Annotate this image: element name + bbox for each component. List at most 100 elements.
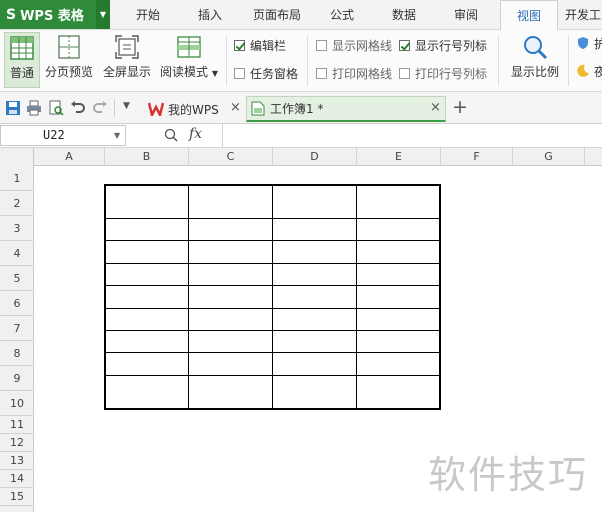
app-menu-button[interactable]: S WPS 表格	[0, 0, 96, 29]
new-tab-icon[interactable]: +	[452, 96, 468, 118]
row-header[interactable]: 8	[0, 341, 34, 366]
shield-icon	[578, 37, 588, 49]
page-break-preview-button[interactable]: 分页预览	[42, 32, 96, 88]
select-all-corner[interactable]	[0, 148, 34, 166]
doc-tab-label: 我的WPS	[168, 102, 219, 117]
column-headers: A B C D E F G	[0, 148, 602, 166]
ribbon-divider	[307, 36, 308, 86]
row-header[interactable]: 6	[0, 291, 34, 316]
ribbon-divider	[498, 36, 499, 86]
fullscreen-icon	[115, 35, 139, 59]
task-pane-checkbox[interactable]: 任务窗格	[234, 65, 298, 81]
bordered-table[interactable]	[104, 184, 441, 410]
wps-w-icon	[148, 102, 164, 116]
app-menu-dropdown-icon[interactable]: ▼	[96, 0, 110, 29]
print-icon[interactable]	[26, 100, 42, 116]
row-header[interactable]: 7	[0, 316, 34, 341]
checkbox-checked-icon	[399, 39, 410, 51]
row-header[interactable]: 2	[0, 191, 34, 216]
row-header[interactable]: 9	[0, 366, 34, 391]
magnifier-icon	[524, 36, 548, 60]
normal-view-label: 普通	[9, 66, 34, 80]
row-header[interactable]: 1	[0, 166, 34, 191]
wps-logo-icon: S	[6, 6, 17, 23]
row-header[interactable]: 14	[0, 470, 34, 488]
formula-input[interactable]	[222, 124, 602, 147]
customize-toolbar-dropdown-icon[interactable]: ▼	[123, 101, 130, 111]
print-headings-checkbox[interactable]: 打印行号列标	[399, 65, 487, 81]
column-header[interactable]: F	[441, 148, 513, 166]
fullscreen-button[interactable]: 全屏显示	[100, 32, 154, 88]
formula-bar-checkbox[interactable]: 编辑栏	[234, 37, 286, 53]
show-gridlines-label: 显示网格线	[332, 38, 393, 53]
doc-tab-workbook1[interactable]: 工作簿1 *	[246, 96, 446, 122]
night-mode-button[interactable]: 夜	[576, 63, 602, 79]
insert-function-button[interactable]: fx	[189, 126, 202, 142]
print-gridlines-checkbox[interactable]: 打印网格线	[316, 65, 392, 81]
show-headings-label: 显示行号列标	[415, 38, 488, 53]
save-icon[interactable]	[5, 100, 21, 116]
eye-protect-button[interactable]: 护	[576, 35, 602, 51]
page-break-label: 分页预览	[44, 65, 93, 79]
print-preview-icon[interactable]	[48, 100, 64, 116]
column-header[interactable]: G	[513, 148, 585, 166]
eye-protect-label: 护	[594, 36, 602, 51]
reading-mode-icon	[177, 36, 201, 58]
column-header[interactable]: B	[105, 148, 189, 166]
reading-mode-button[interactable]: 阅读模式 ▼	[158, 32, 220, 88]
ribbon-divider	[568, 36, 569, 86]
show-headings-checkbox[interactable]: 显示行号列标	[399, 37, 487, 53]
row-header[interactable]: 4	[0, 241, 34, 266]
formula-bar-checkbox-label: 编辑栏	[250, 38, 287, 53]
row-header[interactable]: 13	[0, 452, 34, 470]
row-header[interactable]: 12	[0, 434, 34, 452]
column-header[interactable]: E	[357, 148, 441, 166]
task-pane-checkbox-label: 任务窗格	[250, 66, 299, 81]
name-box[interactable]: U22	[0, 125, 126, 146]
tab-page-layout[interactable]: 页面布局	[246, 0, 308, 30]
function-search-icon[interactable]	[164, 128, 178, 142]
row-headers: 1 2 3 4 5 6 7 8 9 10 11 12 13 14 15	[0, 166, 34, 512]
tab-home[interactable]: 开始	[122, 0, 174, 30]
checkbox-checked-icon	[234, 39, 245, 51]
checkbox-unchecked-icon	[234, 67, 245, 79]
row-header[interactable]: 5	[0, 266, 34, 291]
tab-review[interactable]: 审阅	[440, 0, 492, 30]
normal-view-button[interactable]: 普通	[4, 32, 40, 88]
night-mode-label: 夜	[594, 64, 602, 79]
doc-tab-my-wps[interactable]: 我的WPS	[144, 96, 244, 122]
row-header[interactable]: 15	[0, 488, 34, 506]
formula-bar: U22 ▼ fx	[0, 124, 602, 148]
tab-formulas[interactable]: 公式	[316, 0, 368, 30]
page-break-icon	[58, 35, 80, 59]
ribbon-view: 普通 分页预览 全屏显示 阅读模式 ▼ 编辑栏 任务窗格 显示网格线 打印网格线…	[0, 30, 602, 92]
tab-view[interactable]: 视图	[500, 0, 558, 31]
zoom-button[interactable]: 显示比例	[506, 32, 564, 88]
close-tab-icon[interactable]: ×	[430, 100, 441, 115]
row-header[interactable]: 3	[0, 216, 34, 241]
column-header[interactable]: C	[189, 148, 273, 166]
print-headings-label: 打印行号列标	[415, 66, 488, 81]
tab-insert[interactable]: 插入	[184, 0, 236, 30]
column-header[interactable]: D	[273, 148, 357, 166]
tab-data[interactable]: 数据	[378, 0, 430, 30]
print-gridlines-label: 打印网格线	[332, 66, 393, 81]
tab-developer[interactable]: 开发工	[565, 0, 602, 30]
checkbox-unchecked-icon	[316, 39, 327, 51]
column-header[interactable]: A	[34, 148, 105, 166]
name-box-dropdown-icon[interactable]: ▼	[114, 125, 120, 146]
doc-tab-label: 工作簿1 *	[270, 102, 324, 116]
toolbar-divider	[114, 99, 115, 117]
close-tab-icon[interactable]: ×	[230, 100, 241, 115]
checkbox-unchecked-icon	[316, 67, 327, 79]
row-header[interactable]: 11	[0, 416, 34, 434]
fullscreen-label: 全屏显示	[102, 65, 151, 79]
redo-icon[interactable]	[92, 100, 108, 116]
reading-mode-dropdown-icon[interactable]: ▼	[212, 69, 218, 78]
ribbon-divider	[226, 36, 227, 86]
show-gridlines-checkbox[interactable]: 显示网格线	[316, 37, 392, 53]
undo-icon[interactable]	[70, 100, 86, 116]
row-header[interactable]: 10	[0, 391, 34, 416]
quick-access-toolbar: ▼ 我的WPS × 工作簿1 * × +	[0, 92, 602, 124]
reading-mode-label: 阅读模式	[160, 65, 209, 79]
